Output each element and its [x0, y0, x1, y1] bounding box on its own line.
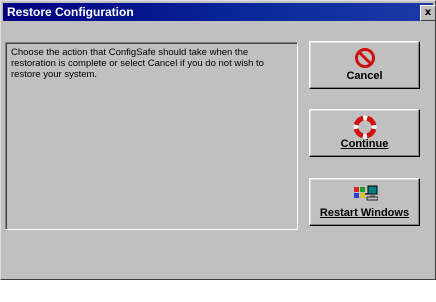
restore-configuration-dialog: Restore Configuration x Choose the actio… — [0, 0, 436, 280]
continue-label: Continue — [340, 138, 389, 150]
instruction-text: Choose the action that ConfigSafe should… — [11, 47, 264, 80]
continue-button[interactable]: Continue — [309, 109, 420, 157]
restart-windows-button[interactable]: Restart Windows — [309, 178, 420, 226]
cancel-label: Cancel — [346, 70, 383, 82]
computer-icon — [353, 185, 378, 201]
cancel-button[interactable]: Cancel — [309, 41, 420, 89]
window-title: Restore Configuration — [7, 5, 134, 19]
close-button[interactable]: x — [420, 5, 436, 21]
title-bar[interactable]: Restore Configuration x — [3, 3, 436, 21]
close-icon: x — [424, 7, 432, 18]
message-panel: Choose the action that ConfigSafe should… — [5, 42, 298, 230]
restart-windows-label: Restart Windows — [319, 207, 410, 219]
lifebuoy-icon — [353, 115, 376, 139]
no-entry-icon — [354, 48, 375, 68]
